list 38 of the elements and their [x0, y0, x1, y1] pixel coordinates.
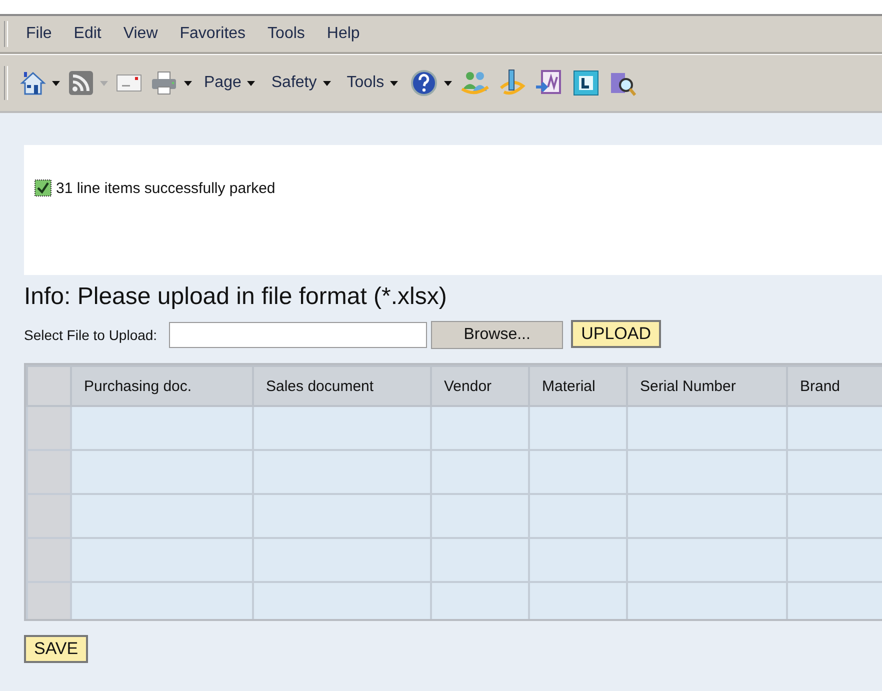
caret-icon: [322, 80, 331, 86]
menu-item[interactable]: Tools: [260, 23, 313, 45]
column-header[interactable]: Serial Number: [627, 366, 787, 406]
toolbar-menu[interactable]: Tools: [342, 74, 402, 92]
people-icon[interactable]: [460, 69, 490, 97]
corner-cell: [27, 366, 71, 406]
caret-icon: [247, 80, 256, 86]
feed-icon[interactable]: [68, 70, 94, 96]
success-check-icon: [34, 179, 52, 197]
menu-item[interactable]: File: [18, 23, 60, 45]
menu-item[interactable]: Favorites: [172, 23, 254, 45]
caret-icon: [100, 80, 108, 86]
caret-icon[interactable]: [444, 80, 452, 86]
printer-icon[interactable]: [150, 70, 178, 96]
caret-icon[interactable]: [52, 80, 60, 86]
column-header[interactable]: Vendor: [431, 366, 529, 406]
l-square-icon[interactable]: [572, 69, 600, 97]
field-label: Select File to Upload:: [24, 327, 158, 343]
menu-item[interactable]: Help: [318, 23, 368, 45]
help-icon[interactable]: [410, 69, 438, 97]
message-text: 31 line items successfully parked: [56, 180, 276, 196]
column-header[interactable]: Brand: [787, 366, 882, 406]
menu-item[interactable]: Edit: [66, 23, 110, 45]
save-button[interactable]: SAVE: [24, 635, 88, 663]
browse-button[interactable]: Browse...: [431, 321, 564, 349]
file-path-field[interactable]: [169, 322, 428, 348]
toolbar-menu[interactable]: Safety: [267, 74, 335, 92]
info-heading: Info: Please upload in file format (*.xlsx): [24, 283, 448, 311]
column-header[interactable]: Purchasing doc.: [71, 366, 253, 406]
column-header[interactable]: Material: [529, 366, 627, 406]
caret-icon: [390, 80, 398, 86]
column-header[interactable]: Sales document: [253, 366, 431, 406]
menu-item[interactable]: View: [115, 23, 166, 45]
upload-button[interactable]: UPLOAD: [571, 320, 661, 348]
caret-icon[interactable]: [184, 80, 192, 86]
home-icon[interactable]: [20, 70, 46, 96]
toolbar-menu[interactable]: Page: [200, 74, 260, 92]
mail-icon[interactable]: [116, 73, 142, 93]
